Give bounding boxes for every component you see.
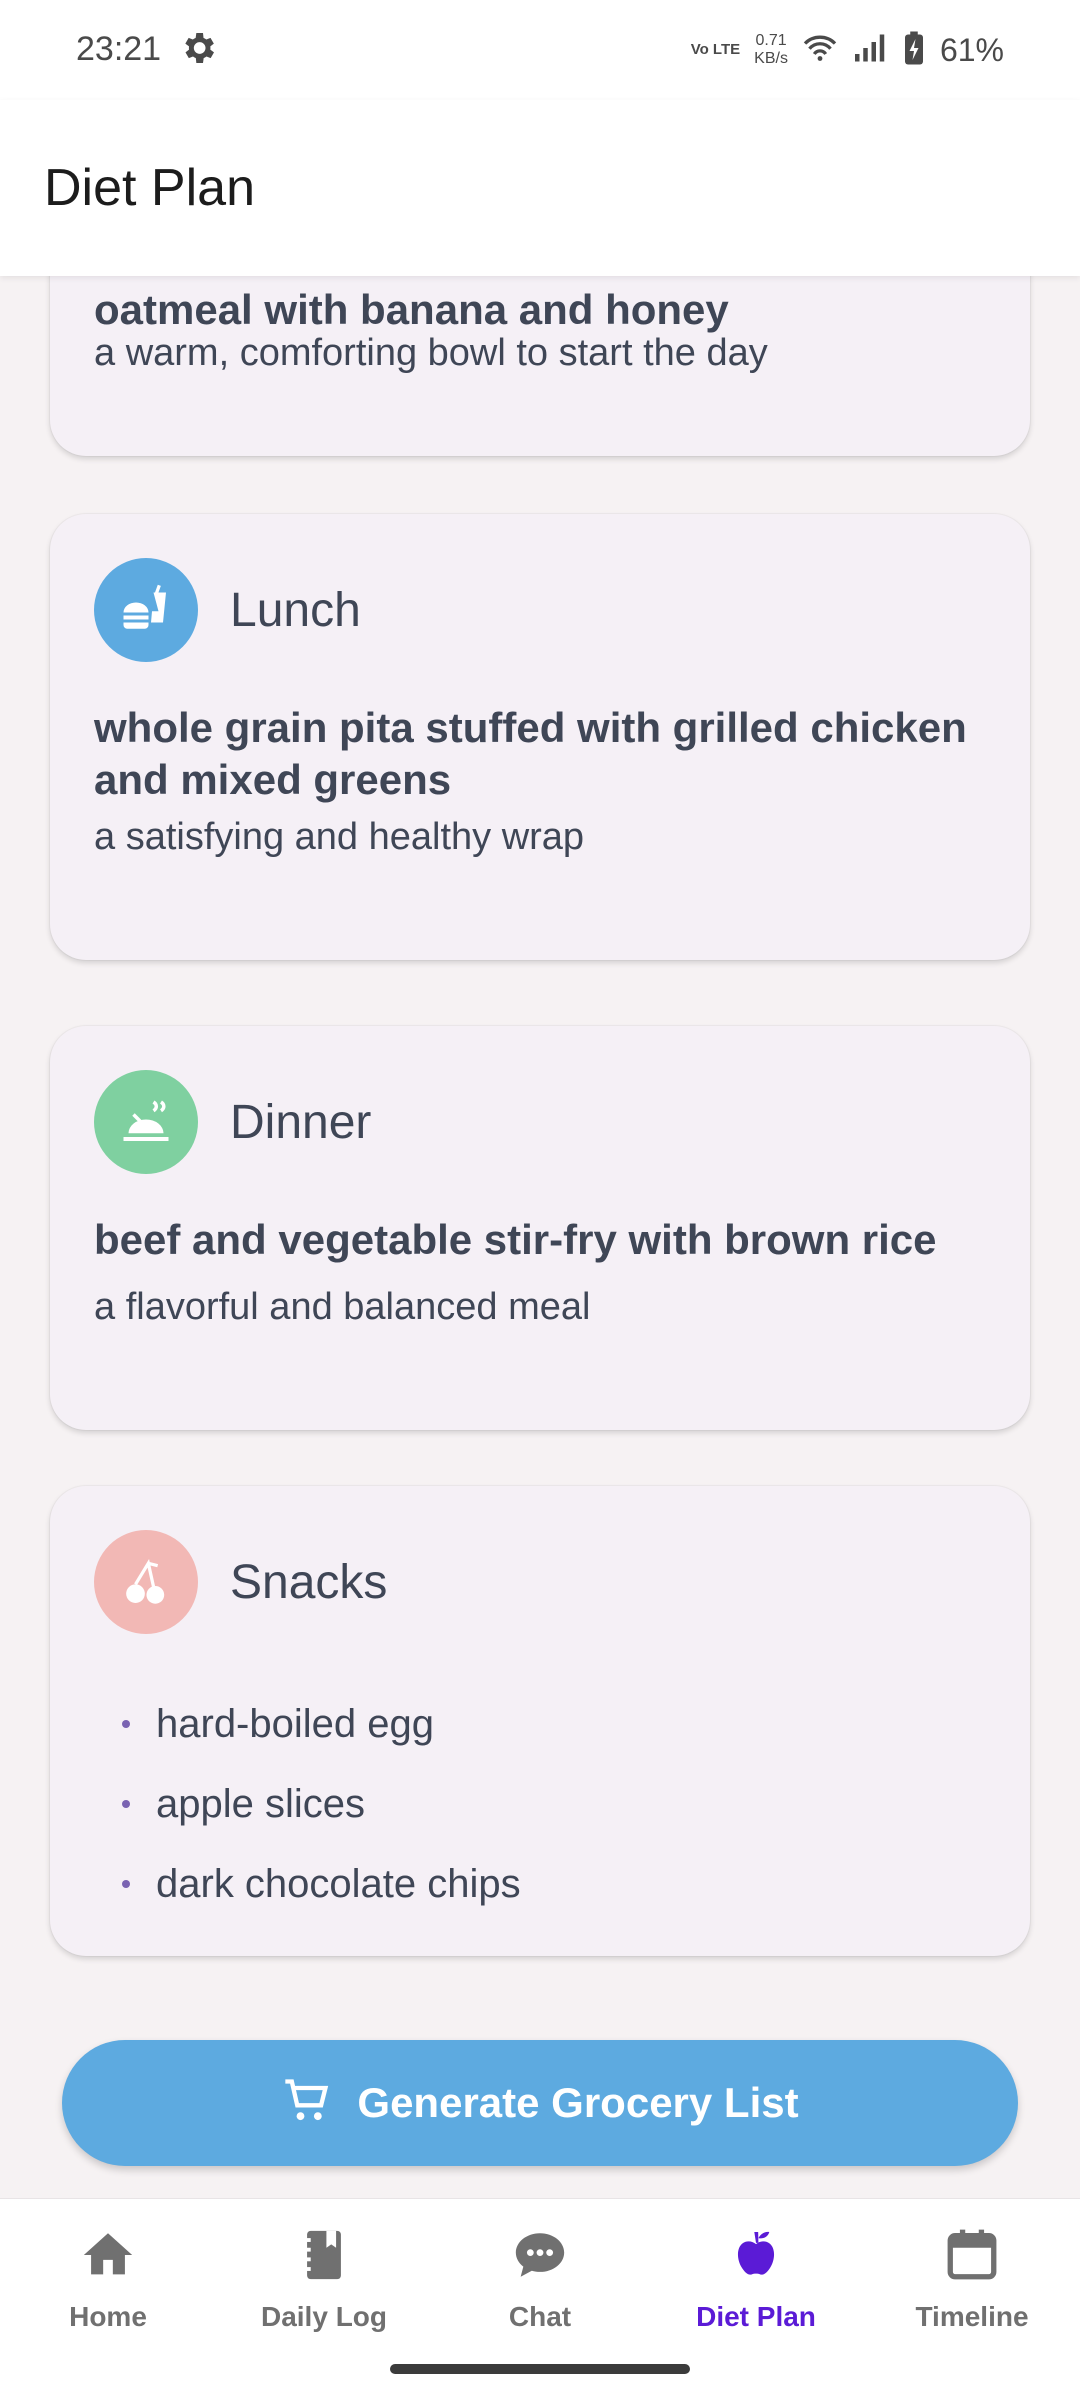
home-indicator[interactable] xyxy=(390,2364,690,2374)
bullet-icon xyxy=(122,1880,130,1888)
status-indicators: Vo LTE 0.71 KB/s 61% xyxy=(691,24,1004,76)
list-item: apple slices xyxy=(122,1764,521,1844)
dinner-card: Dinner beef and vegetable stir-fry with … xyxy=(50,1026,1030,1430)
bullet-icon xyxy=(122,1800,130,1808)
bullet-icon xyxy=(122,1720,130,1728)
lunch-description: a satisfying and healthy wrap xyxy=(94,816,585,858)
chat-icon xyxy=(432,2219,648,2291)
snacks-card: Snacks hard-boiled egg apple slices dark… xyxy=(50,1486,1030,1956)
lunch-title: Lunch xyxy=(230,583,361,637)
lunch-dish: whole grain pita stuffed with grilled ch… xyxy=(94,704,967,803)
breakfast-dish: oatmeal with banana and honey xyxy=(94,286,729,333)
breakfast-card: oatmeal with banana and honey a warm, co… xyxy=(50,276,1030,456)
nav-item-timeline[interactable]: Timeline xyxy=(864,2219,1080,2359)
nav-label-daily-log: Daily Log xyxy=(260,2301,387,2332)
network-speed-unit: KB/s xyxy=(754,50,788,67)
snack-list: hard-boiled egg apple slices dark chocol… xyxy=(122,1684,521,1924)
dinner-title: Dinner xyxy=(230,1095,372,1149)
nav-item-chat[interactable]: Chat xyxy=(432,2219,648,2359)
snack-item-label: apple slices xyxy=(156,1781,366,1826)
battery-percentage: 61% xyxy=(939,31,1004,68)
volte-indicator: Vo LTE xyxy=(690,41,741,58)
dinner-description: a flavorful and balanced meal xyxy=(94,1286,591,1328)
status-time: 23:21 xyxy=(76,30,162,68)
nav-item-diet-plan[interactable]: Diet Plan xyxy=(648,2219,864,2359)
battery-charging-icon xyxy=(902,30,926,71)
dinner-dish: beef and vegetable stir-fry with brown r… xyxy=(94,1216,937,1263)
nav-label-diet-plan: Diet Plan xyxy=(696,2301,816,2332)
dinner-dining-icon xyxy=(94,1070,198,1174)
snack-item-label: dark chocolate chips xyxy=(156,1861,521,1906)
status-bar: 23:21 Vo LTE 0.71 KB/s 61% xyxy=(0,0,1080,100)
nav-label-chat: Chat xyxy=(508,2301,572,2332)
fastfood-icon xyxy=(94,558,198,662)
list-item: hard-boiled egg xyxy=(122,1684,521,1764)
signal-icon xyxy=(852,32,888,69)
cart-icon xyxy=(281,2075,333,2132)
breakfast-description: a warm, comforting bowl to start the day xyxy=(94,332,768,374)
settings-gear-icon xyxy=(178,28,218,68)
journal-icon xyxy=(216,2219,432,2291)
nav-label-timeline: Timeline xyxy=(915,2301,1029,2332)
app-bar: Diet Plan xyxy=(0,100,1080,276)
snacks-title: Snacks xyxy=(230,1555,388,1609)
nav-item-daily-log[interactable]: Daily Log xyxy=(216,2219,432,2359)
cherry-icon xyxy=(94,1530,198,1634)
meal-plan-scroll[interactable]: oatmeal with banana and honey a warm, co… xyxy=(0,276,1080,2198)
lunch-header: Lunch xyxy=(94,558,361,662)
snack-item-label: hard-boiled egg xyxy=(156,1701,434,1746)
grocery-button-label: Generate Grocery List xyxy=(357,2079,799,2126)
calendar-icon xyxy=(864,2219,1080,2291)
nav-label-home: Home xyxy=(69,2301,147,2332)
network-speed: 0.71 KB/s xyxy=(754,32,788,68)
network-speed-value: 0.71 xyxy=(755,32,787,49)
home-icon xyxy=(0,2219,216,2291)
nav-item-home[interactable]: Home xyxy=(0,2219,216,2359)
wifi-icon xyxy=(802,32,838,69)
lunch-card: Lunch whole grain pita stuffed with gril… xyxy=(50,514,1030,960)
page-title: Diet Plan xyxy=(44,159,255,217)
list-item: dark chocolate chips xyxy=(122,1844,521,1924)
snacks-header: Snacks xyxy=(94,1530,387,1634)
apple-icon xyxy=(648,2219,864,2291)
dinner-header: Dinner xyxy=(94,1070,371,1174)
generate-grocery-list-button[interactable]: Generate Grocery List xyxy=(62,2040,1018,2166)
